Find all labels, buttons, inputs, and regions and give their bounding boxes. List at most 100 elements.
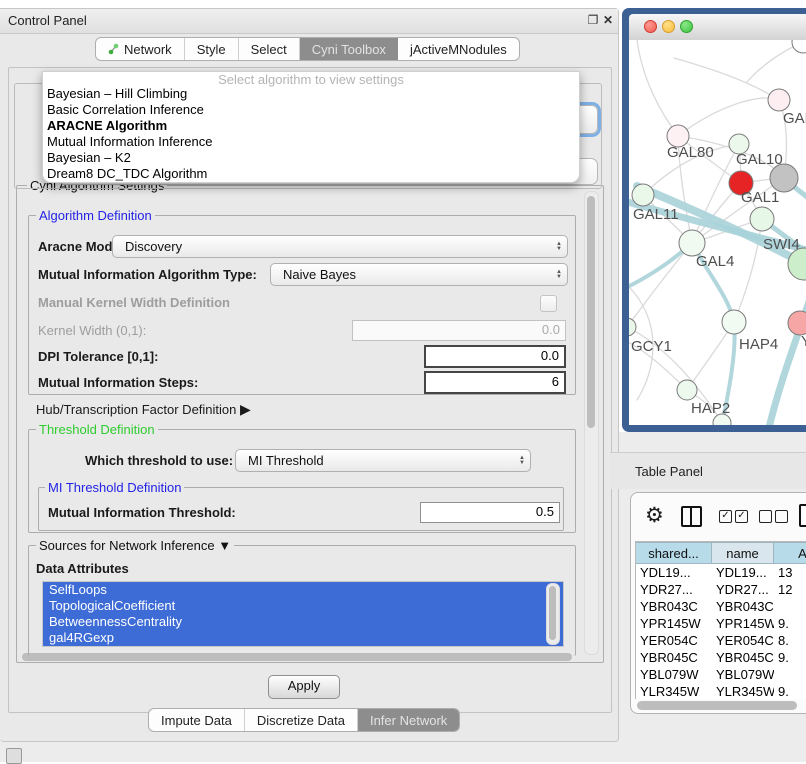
table-row[interactable]: YDL19...YDL19...13 xyxy=(636,564,806,581)
network-node-gal11[interactable] xyxy=(632,184,654,206)
network-node-y[interactable] xyxy=(788,311,806,335)
algorithm-option[interactable]: Mutual Information Inference xyxy=(43,134,579,150)
mi-threshold-field[interactable]: 0.5 xyxy=(420,502,560,523)
table-cell[interactable]: YER054C xyxy=(636,632,712,649)
table-cell[interactable]: 9. xyxy=(774,683,806,699)
tab-label: Cyni Toolbox xyxy=(312,42,386,57)
mi-algorithm-type-combobox[interactable]: Naive Bayes ▲▼ xyxy=(270,263,568,286)
table-cell[interactable]: YLR345W xyxy=(636,683,712,699)
unchecked-box-icon[interactable] xyxy=(759,510,772,523)
network-node-gal[interactable] xyxy=(768,89,790,111)
data-attribute-item[interactable]: TopologicalCoefficient xyxy=(43,598,563,614)
table-horizontal-scrollbar[interactable] xyxy=(635,700,806,711)
column-header[interactable]: A xyxy=(774,542,806,564)
float-window-icon[interactable]: ❐ xyxy=(586,13,600,27)
settings-vertical-scrollbar-thumb[interactable] xyxy=(587,196,595,428)
table-cell[interactable]: YPR145W xyxy=(636,615,712,632)
table-cell[interactable]: YER054C xyxy=(712,632,774,649)
algorithm-option[interactable]: Bayesian – Hill Climbing xyxy=(43,86,579,102)
tab-select[interactable]: Select xyxy=(239,38,300,60)
table-row[interactable]: YBR043CYBR043C xyxy=(636,598,806,615)
table-cell[interactable]: YDR27... xyxy=(712,581,774,598)
data-attribute-item[interactable]: SelfLoops xyxy=(43,582,563,598)
table-row[interactable]: YBL079WYBL079W xyxy=(636,666,806,683)
close-window-icon[interactable]: ✕ xyxy=(601,13,615,27)
hub-definition-toggle[interactable]: Hub/Transcription Factor Definition ▶ xyxy=(36,401,251,418)
table-horizontal-scrollbar-thumb[interactable] xyxy=(637,701,797,710)
table-cell[interactable]: YDL19... xyxy=(712,564,774,581)
settings-vertical-scrollbar[interactable] xyxy=(584,191,599,655)
network-node-gal1[interactable] xyxy=(750,207,774,231)
table-cell[interactable]: YPR145W xyxy=(712,615,774,632)
algorithm-definition-title: Algorithm Definition xyxy=(36,208,155,223)
column-header[interactable]: shared... xyxy=(636,542,712,564)
gear-icon[interactable]: ⚙ xyxy=(645,503,664,528)
kernel-width-field[interactable]: 0.0 xyxy=(352,320,566,341)
table-row[interactable]: YER054CYER054C8. xyxy=(636,632,806,649)
attributes-scrollbar[interactable] xyxy=(546,583,560,645)
table-row[interactable]: YDR27...YDR27...12 xyxy=(636,581,806,598)
column-header[interactable]: name xyxy=(712,542,774,564)
bottom-tab-discretize-data[interactable]: Discretize Data xyxy=(245,709,358,731)
table-cell[interactable]: YBL079W xyxy=(712,666,774,683)
checked-box-icon[interactable]: ✓ xyxy=(719,510,732,523)
table-cell[interactable]: YDR27... xyxy=(636,581,712,598)
manual-kernel-width-checkbox[interactable] xyxy=(540,295,557,312)
dpi-tolerance-field[interactable]: 0.0 xyxy=(424,345,566,368)
zoom-traffic-light-icon[interactable] xyxy=(680,20,693,33)
table-cell[interactable]: YBR045C xyxy=(636,649,712,666)
table-cell[interactable]: YBR045C xyxy=(712,649,774,666)
table-row[interactable]: YBR045CYBR045C9. xyxy=(636,649,806,666)
algorithm-popup-list: Bayesian – Hill ClimbingBasic Correlatio… xyxy=(43,86,579,182)
chevron-down-icon[interactable]: ▼ xyxy=(218,538,231,553)
network-node[interactable] xyxy=(792,40,806,53)
table-cell[interactable]: 8. xyxy=(774,632,806,649)
table-row[interactable]: YLR345WYLR345W9. xyxy=(636,683,806,699)
table-cell[interactable] xyxy=(774,598,806,615)
threshold-definition-title: Threshold Definition xyxy=(36,422,158,437)
algorithm-option[interactable]: Dream8 DC_TDC Algorithm xyxy=(43,166,579,182)
tab-network[interactable]: Network xyxy=(96,38,185,60)
table-cell[interactable]: YDL19... xyxy=(636,564,712,581)
attributes-scrollbar-thumb[interactable] xyxy=(549,586,556,640)
table-cell[interactable] xyxy=(774,666,806,683)
table-cell[interactable]: 9. xyxy=(774,649,806,666)
unchecked-box-icon[interactable] xyxy=(775,510,788,523)
network-node-hap2[interactable] xyxy=(677,380,697,400)
table-cell[interactable]: 9. xyxy=(774,615,806,632)
node-table[interactable]: shared...nameAYDL19...YDL19...13YDR27...… xyxy=(635,541,806,699)
tab-cyni-toolbox[interactable]: Cyni Toolbox xyxy=(300,38,398,60)
data-attribute-item[interactable]: BetweennessCentrality xyxy=(43,614,563,630)
network-node-hap4[interactable] xyxy=(722,310,746,334)
document-icon[interactable] xyxy=(799,504,806,527)
algorithm-option[interactable]: ARACNE Algorithm xyxy=(43,118,579,134)
network-node-gcy1[interactable] xyxy=(629,318,636,336)
table-cell[interactable]: YBR043C xyxy=(636,598,712,615)
which-threshold-combobox[interactable]: MI Threshold ▲▼ xyxy=(235,449,531,472)
network-canvas[interactable]: GALGAL80GAL10GAL1SWI4GAL11GAL4GCY1HAP4YH… xyxy=(629,40,806,425)
tab-style[interactable]: Style xyxy=(185,38,239,60)
network-node-label: GCY1 xyxy=(631,338,672,355)
minimize-traffic-light-icon[interactable] xyxy=(662,20,675,33)
algorithm-option[interactable]: Bayesian – K2 xyxy=(43,150,579,166)
algorithm-option[interactable]: Basic Correlation Inference xyxy=(43,102,579,118)
table-cell[interactable]: 12 xyxy=(774,581,806,598)
sources-title: Sources for Network Inference ▼ xyxy=(36,538,234,553)
table-cell[interactable]: YLR345W xyxy=(712,683,774,699)
split-columns-icon[interactable] xyxy=(681,506,702,527)
mi-steps-field[interactable]: 6 xyxy=(424,371,566,394)
network-node-label: HAP4 xyxy=(739,336,778,353)
table-row[interactable]: YPR145WYPR145W9. xyxy=(636,615,806,632)
table-cell[interactable]: YBR043C xyxy=(712,598,774,615)
apply-button[interactable]: Apply xyxy=(268,675,340,699)
close-traffic-light-icon[interactable] xyxy=(644,20,657,33)
aracne-mode-combobox[interactable]: Discovery ▲▼ xyxy=(112,235,568,258)
checked-box-icon[interactable]: ✓ xyxy=(735,510,748,523)
table-cell[interactable]: 13 xyxy=(774,564,806,581)
tab-jactivemnodules[interactable]: jActiveMNodules xyxy=(398,38,519,60)
data-attribute-item[interactable]: gal4RGexp xyxy=(43,630,563,646)
bottom-tab-impute-data[interactable]: Impute Data xyxy=(149,709,245,731)
network-node[interactable] xyxy=(770,164,798,192)
table-cell[interactable]: YBL079W xyxy=(636,666,712,683)
bottom-tab-infer-network[interactable]: Infer Network xyxy=(358,709,459,731)
